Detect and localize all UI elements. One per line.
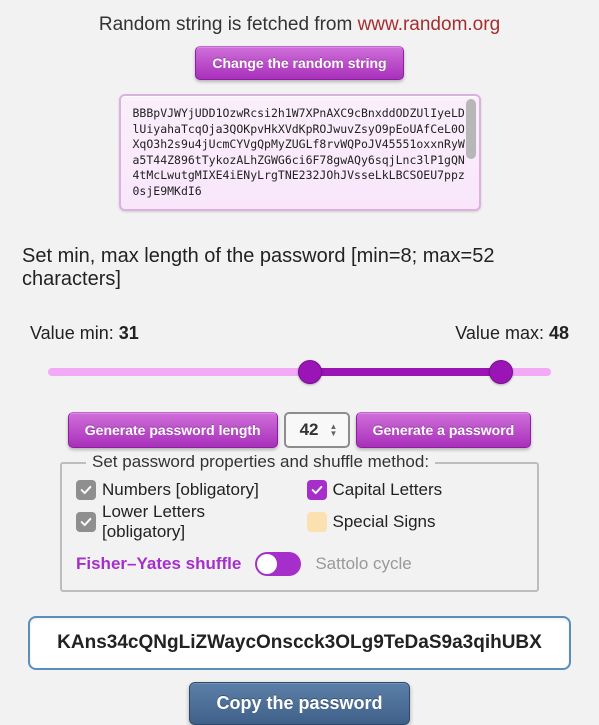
length-value: 42 [300,420,319,440]
range-slider[interactable] [48,362,551,382]
slider-thumb-max[interactable] [489,360,513,384]
source-prefix: Random string is fetched from [99,14,358,35]
check-icon [76,512,96,532]
slider-fill [310,368,501,376]
scrollbar-thumb[interactable] [466,99,476,159]
length-section-label: Set min, max length of the password [min… [22,245,577,291]
source-link[interactable]: www.random.org [358,14,501,35]
shuffle-toggle[interactable] [255,552,301,576]
shuffle-right-label: Sattolo cycle [315,554,411,574]
stepper-down-icon[interactable]: ▼ [329,431,339,437]
properties-fieldset: Set password properties and shuffle meth… [60,462,539,592]
check-icon [76,480,96,500]
max-label: Value max: 48 [455,323,569,344]
checkbox-lower: Lower Letters [obligatory] [76,502,293,542]
random-string-text: BBBpVJWYjUDD1OzwRcsi2h1W7XPnAXC9cBnxddOD… [133,106,467,199]
generate-length-button[interactable]: Generate password length [68,412,278,448]
check-icon-empty [307,512,327,532]
source-header: Random string is fetched from www.random… [20,14,579,36]
copy-password-button[interactable]: Copy the password [189,682,409,725]
shuffle-method-toggle: Fisher–Yates shuffle Sattolo cycle [76,552,523,576]
min-label: Value min: 31 [30,323,139,344]
length-stepper[interactable]: 42 ▲ ▼ [284,412,350,448]
slider-thumb-min[interactable] [298,360,322,384]
checkbox-special[interactable]: Special Signs [307,502,524,542]
checkbox-capital[interactable]: Capital Letters [307,480,524,500]
random-string-display: BBBpVJWYjUDD1OzwRcsi2h1W7XPnAXC9cBnxddOD… [119,94,481,211]
shuffle-left-label: Fisher–Yates shuffle [76,554,241,574]
check-icon [307,480,327,500]
checkbox-numbers: Numbers [obligatory] [76,480,293,500]
password-output[interactable]: KAns34cQNgLiZWaycOnscck3OLg9TeDaS9a3qihU… [28,616,571,670]
slider-labels: Value min: 31 Value max: 48 [20,323,579,344]
fieldset-legend: Set password properties and shuffle meth… [86,452,435,472]
generate-password-button[interactable]: Generate a password [356,412,532,448]
toggle-knob [257,554,277,574]
change-random-string-button[interactable]: Change the random string [195,46,403,80]
